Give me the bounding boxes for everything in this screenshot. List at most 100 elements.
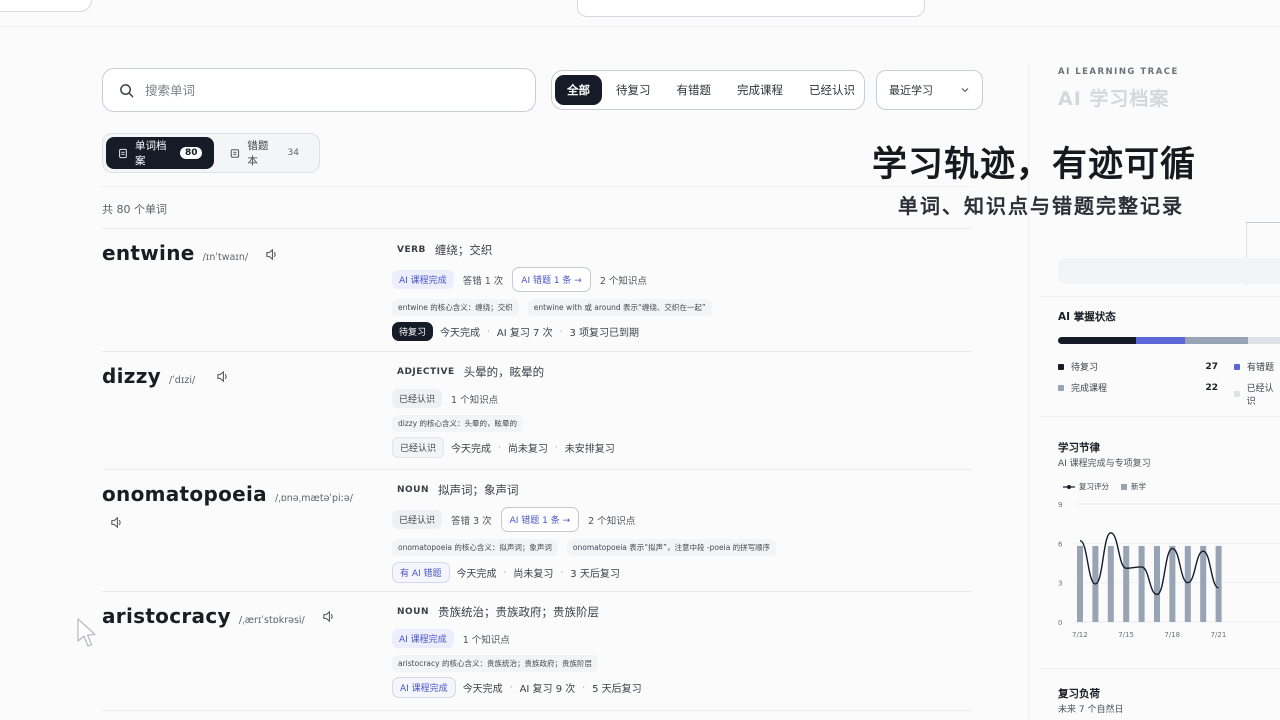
filter-all[interactable]: 全部: [555, 75, 602, 105]
panel-divider: [1040, 668, 1280, 669]
knowledge-points: 2 个知识点: [599, 275, 647, 287]
tab-count: 34: [287, 148, 299, 158]
definition: 拟声词；象声词: [438, 483, 519, 497]
part-of-speech: NOUN: [397, 485, 430, 495]
part-of-speech: NOUN: [397, 607, 430, 617]
row-divider: [102, 591, 972, 592]
note-chip: entwine 的核心含义：缠绕；交织: [392, 299, 519, 316]
meta-due: 未安排复习: [564, 444, 615, 455]
note-chip: dizzy 的核心含义：头晕的，眩晕的: [392, 415, 524, 432]
legend-label: 待复习: [1071, 363, 1099, 373]
status-chip: AI 课程完成: [392, 270, 454, 289]
chart-bar: [1077, 545, 1083, 622]
legend-label: 有错题: [1247, 363, 1275, 373]
phonetic: /ˌærɪˈstɒkrəsi/: [238, 615, 305, 626]
row-divider: [102, 351, 972, 352]
meta-completed: 今天完成: [451, 444, 492, 455]
speaker-icon[interactable]: [110, 516, 123, 529]
row-divider: [102, 469, 972, 470]
legend-swatch: [1058, 384, 1064, 391]
chart-bar: [1169, 545, 1176, 622]
word-text: dizzy: [102, 364, 161, 388]
definition: 贵族统治；贵族政府；贵族阶层: [438, 605, 600, 619]
legend-line-item: 复习评分: [1063, 481, 1109, 492]
legend-review: 待复习 27: [1058, 360, 1218, 373]
y-tick-label: 9: [1058, 501, 1062, 509]
meta-separator: ·: [559, 326, 563, 337]
ai-wrong-link[interactable]: AI 错题 1 条 →: [500, 507, 580, 532]
word-detail: VERB 缠绕；交织 AI 课程完成 答错 1 次 AI 错题 1 条 → 2 …: [392, 242, 712, 341]
knowledge-points: 1 个知识点: [451, 394, 499, 406]
meta-separator: ·: [509, 682, 513, 693]
view-tabs: 单词档案 80 错题本 34: [102, 133, 320, 173]
panel-divider: [1040, 416, 1280, 417]
mastery-title: AI 掌握状态: [1058, 311, 1116, 323]
word-total: 共 80 个单词: [102, 203, 167, 216]
chart-line-series: [1079, 532, 1219, 596]
word-detail: NOUN 贵族统治；贵族政府；贵族阶层 AI 课程完成 1 个知识点 arist…: [392, 604, 642, 698]
chart-bar: [1138, 545, 1145, 622]
legend-label: 完成课程: [1071, 384, 1108, 394]
tab-word-archive[interactable]: 单词档案 80: [106, 137, 215, 169]
meta-review-count: 尚未复习: [507, 444, 548, 455]
chart-bar: [1200, 545, 1207, 622]
status-chip: AI 课程完成: [392, 629, 454, 648]
filter-to-review[interactable]: 待复习: [604, 75, 663, 105]
trace-title: AI 学习档案: [1058, 88, 1170, 110]
hero-title: 学习轨迹，有迹可循: [872, 145, 1197, 185]
filter-known[interactable]: 已经认识: [797, 75, 867, 105]
rhythm-title: 学习节律: [1058, 442, 1100, 454]
speaker-icon[interactable]: [216, 370, 229, 383]
meta-separator: ·: [503, 567, 507, 578]
chart-bar: [1184, 545, 1191, 622]
meta-due: 3 天后复习: [570, 569, 620, 580]
filter-has-errors[interactable]: 有错题: [665, 75, 724, 105]
tab-mistake-book[interactable]: 错题本 34: [218, 137, 316, 169]
part-of-speech: VERB: [397, 245, 426, 255]
mastery-segment: [1247, 337, 1280, 344]
meta-review-count: 尚未复习: [513, 569, 554, 580]
panel-card-edge: [1246, 222, 1280, 223]
phonetic: /ɪnˈtwaɪn/: [202, 252, 249, 263]
y-tick-label: 0: [1058, 619, 1062, 627]
note-chip: onomatopoeia 的核心含义：拟声词；象声词: [392, 539, 558, 556]
legend-bar-swatch: [1121, 483, 1127, 490]
word-entry[interactable]: aristocracy /ˌærɪˈstɒkrəsi/: [102, 604, 305, 628]
top-divider: [0, 26, 1280, 27]
status-badge: 已经认识: [392, 437, 445, 458]
note-chip: aristocracy 的核心含义：贵族统治；贵族政府；贵族阶层: [392, 655, 598, 672]
legend-done: 完成课程 22: [1058, 381, 1218, 394]
ai-wrong-link[interactable]: AI 错题 1 条 →: [512, 267, 591, 292]
search-input[interactable]: [145, 82, 505, 98]
phonetic: /ˌɒnəˌmætəˈpiːə/: [274, 493, 353, 504]
chart-bar: [1215, 545, 1222, 622]
search-box[interactable]: [102, 68, 536, 112]
meta-separator: ·: [560, 567, 564, 578]
tabs-divider: [102, 186, 972, 187]
definition: 头晕的，眩晕的: [463, 365, 545, 379]
rhythm-subtitle: AI 课程完成与专项复习: [1058, 459, 1151, 469]
filter-course-done[interactable]: 完成课程: [725, 75, 795, 105]
rhythm-chart: 0 3 6 9 7/12 7/15 7/18 7/21: [1058, 501, 1280, 639]
legend-swatch: [1234, 391, 1240, 397]
sort-value: 最近学习: [889, 84, 933, 97]
word-entry[interactable]: dizzy /ˈdɪzi/: [102, 364, 195, 388]
word-entry[interactable]: onomatopoeia /ˌɒnəˌmætəˈpiːə/: [102, 482, 353, 506]
sort-select[interactable]: 最近学习: [876, 70, 983, 110]
word-text: onomatopoeia: [102, 482, 267, 506]
part-of-speech: ADJECTIVE: [397, 367, 455, 377]
legend-bar-item: 新学: [1121, 481, 1146, 492]
knowledge-points: 2 个知识点: [588, 515, 636, 527]
speaker-icon[interactable]: [265, 248, 278, 261]
tab-count: 80: [179, 147, 203, 159]
speaker-icon[interactable]: [322, 610, 335, 623]
meta-completed: 今天完成: [456, 569, 497, 580]
legend-line-label: 复习评分: [1079, 482, 1109, 491]
word-entry[interactable]: entwine /ɪnˈtwaɪn/: [102, 241, 248, 265]
mastery-segment: [1184, 337, 1248, 344]
meta-review-count: AI 复习 9 次: [519, 684, 576, 695]
status-chip: 已经认识: [392, 389, 443, 408]
chart-bar: [1154, 545, 1160, 622]
checklist-icon: [231, 148, 240, 158]
y-tick-label: 3: [1058, 580, 1062, 588]
